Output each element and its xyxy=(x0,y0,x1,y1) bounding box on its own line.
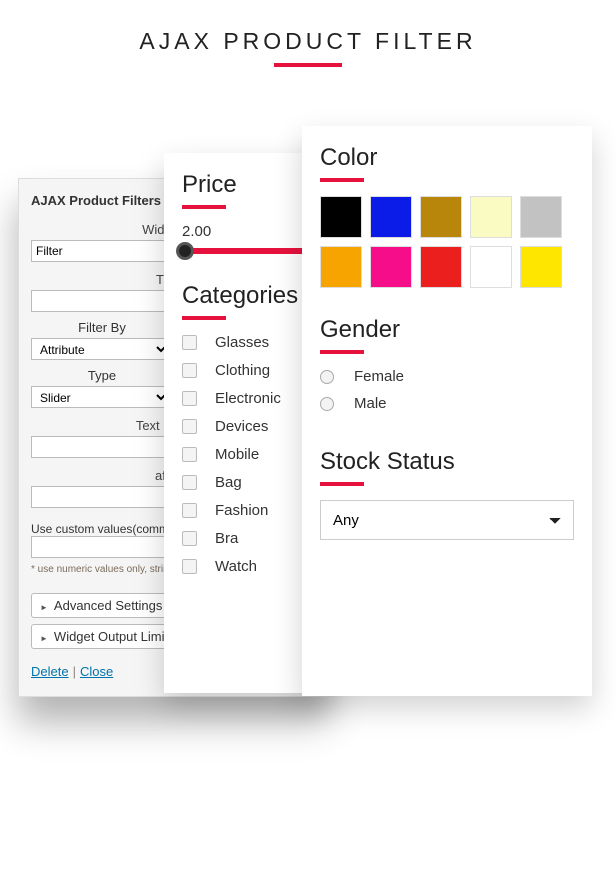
checkbox-icon[interactable] xyxy=(182,559,197,574)
color-swatch[interactable] xyxy=(520,196,562,238)
category-item[interactable]: Glasses xyxy=(182,334,306,351)
category-item[interactable]: Fashion xyxy=(182,502,306,519)
checkbox-icon[interactable] xyxy=(182,503,197,518)
category-label: Fashion xyxy=(215,502,268,519)
color-gender-stock-card: Color Gender Female Male Stock Status Any xyxy=(302,126,592,696)
stock-underline xyxy=(320,482,364,486)
category-label: Devices xyxy=(215,418,268,435)
category-item[interactable]: Electronic xyxy=(182,390,306,407)
gender-underline xyxy=(320,350,364,354)
close-link[interactable]: Close xyxy=(80,664,113,679)
category-label: Bag xyxy=(215,474,242,491)
category-label: Electronic xyxy=(215,390,281,407)
gender-label: Female xyxy=(354,368,404,385)
type-select[interactable]: Slider xyxy=(31,386,170,408)
page-title: AJAX PRODUCT FILTER xyxy=(0,28,616,55)
color-swatch[interactable] xyxy=(320,246,362,288)
color-swatch[interactable] xyxy=(470,196,512,238)
category-label: Mobile xyxy=(215,446,259,463)
category-item[interactable]: Watch xyxy=(182,558,306,575)
gender-option[interactable]: Female xyxy=(320,368,574,385)
price-slider-thumb[interactable] xyxy=(176,242,194,260)
delete-link[interactable]: Delete xyxy=(31,664,69,679)
category-item[interactable]: Mobile xyxy=(182,446,306,463)
color-swatch[interactable] xyxy=(470,246,512,288)
color-swatch[interactable] xyxy=(370,246,412,288)
category-label: Watch xyxy=(215,558,257,575)
color-swatch[interactable] xyxy=(520,246,562,288)
color-swatch[interactable] xyxy=(320,196,362,238)
checkbox-icon[interactable] xyxy=(182,391,197,406)
checkbox-icon[interactable] xyxy=(182,335,197,350)
category-item[interactable]: Clothing xyxy=(182,362,306,379)
categories-underline xyxy=(182,316,226,320)
radio-icon[interactable] xyxy=(320,397,334,411)
checkbox-icon[interactable] xyxy=(182,531,197,546)
category-item[interactable]: Bra xyxy=(182,530,306,547)
price-underline xyxy=(182,205,226,209)
color-underline xyxy=(320,178,364,182)
gender-option[interactable]: Male xyxy=(320,395,574,412)
type-label: Type xyxy=(31,360,173,386)
checkbox-icon[interactable] xyxy=(182,447,197,462)
checkbox-icon[interactable] xyxy=(182,363,197,378)
footer-separator: | xyxy=(73,664,76,679)
category-item[interactable]: Bag xyxy=(182,474,306,491)
categories-title: Categories xyxy=(182,282,306,310)
stock-status-select[interactable]: Any xyxy=(320,500,574,540)
category-label: Bra xyxy=(215,530,238,547)
title-underline xyxy=(274,63,342,67)
gender-title: Gender xyxy=(320,316,574,344)
category-label: Glasses xyxy=(215,334,269,351)
filter-by-label: Filter By xyxy=(31,312,173,338)
stock-title: Stock Status xyxy=(320,448,574,476)
price-categories-card: Price 2.00 Categories Glasses Clothing Ele… xyxy=(164,153,324,693)
categories-list: Glasses Clothing Electronic Devices Mobile Ba… xyxy=(182,334,306,575)
color-swatch[interactable] xyxy=(370,196,412,238)
color-swatches xyxy=(320,196,574,288)
radio-icon[interactable] xyxy=(320,370,334,384)
price-value: 2.00 xyxy=(182,223,306,240)
checkbox-icon[interactable] xyxy=(182,475,197,490)
filter-by-select[interactable]: Attribute xyxy=(31,338,170,360)
color-swatch[interactable] xyxy=(420,196,462,238)
category-item[interactable]: Devices xyxy=(182,418,306,435)
gender-label: Male xyxy=(354,395,387,412)
category-label: Clothing xyxy=(215,362,270,379)
checkbox-icon[interactable] xyxy=(182,419,197,434)
color-title: Color xyxy=(320,144,574,172)
color-swatch[interactable] xyxy=(420,246,462,288)
price-slider[interactable] xyxy=(182,248,306,254)
price-title: Price xyxy=(182,171,306,199)
